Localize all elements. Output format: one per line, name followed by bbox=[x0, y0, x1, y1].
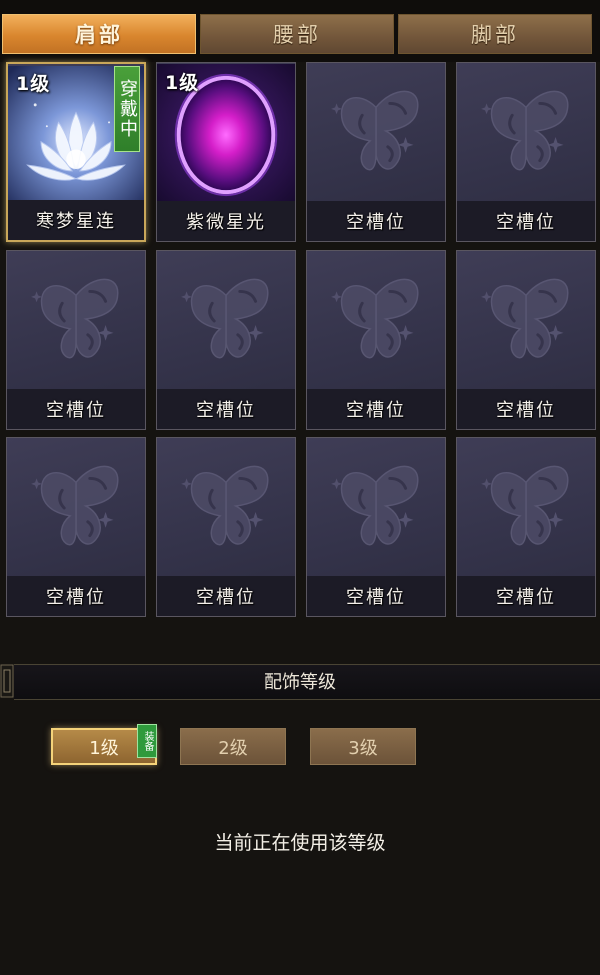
slot-4[interactable]: 空槽位 bbox=[456, 62, 596, 242]
level-3-button[interactable]: 3级 bbox=[310, 728, 416, 765]
butterfly-icon bbox=[457, 251, 595, 391]
slot-name: 空槽位 bbox=[157, 576, 295, 616]
butterfly-icon bbox=[457, 438, 595, 578]
slot-name: 紫微星光 bbox=[157, 201, 295, 241]
slot-3[interactable]: 空槽位 bbox=[306, 62, 446, 242]
level-label: 1级 bbox=[165, 72, 200, 94]
slot-7[interactable]: 空槽位 bbox=[306, 250, 446, 430]
slot-1[interactable]: 1级 穿戴中 寒梦星连 bbox=[6, 62, 146, 242]
slot-8[interactable]: 空槽位 bbox=[456, 250, 596, 430]
slot-name: 空槽位 bbox=[457, 201, 595, 241]
butterfly-icon bbox=[307, 251, 445, 391]
tab-shoulder[interactable]: 肩部 bbox=[2, 14, 196, 54]
slot-5[interactable]: 空槽位 bbox=[6, 250, 146, 430]
tab-bar: 肩部 腰部 脚部 bbox=[0, 0, 600, 62]
butterfly-icon bbox=[307, 438, 445, 578]
accessory-grid: 1级 穿戴中 寒梦星连 1级 紫微星光 空槽位 空槽位 空槽位 空槽位 空槽位 … bbox=[0, 58, 600, 618]
slot-name: 空槽位 bbox=[457, 389, 595, 429]
slot-name: 空槽位 bbox=[307, 201, 445, 241]
tab-waist[interactable]: 腰部 bbox=[200, 14, 394, 54]
status-text: 当前正在使用该等级 bbox=[214, 832, 386, 854]
butterfly-icon bbox=[307, 63, 445, 203]
slot-11[interactable]: 空槽位 bbox=[306, 437, 446, 617]
equip-tag: 装备 bbox=[137, 724, 157, 758]
level-label: 1级 bbox=[16, 73, 51, 95]
slot-10[interactable]: 空槽位 bbox=[156, 437, 296, 617]
slot-6[interactable]: 空槽位 bbox=[156, 250, 296, 430]
butterfly-icon bbox=[457, 63, 595, 203]
slot-name: 寒梦星连 bbox=[8, 200, 144, 240]
slot-name: 空槽位 bbox=[7, 576, 145, 616]
butterfly-icon bbox=[157, 251, 295, 391]
butterfly-icon bbox=[7, 251, 145, 391]
slot-name: 空槽位 bbox=[7, 389, 145, 429]
level-section-header: 配饰等级 bbox=[0, 662, 600, 700]
slot-12[interactable]: 空槽位 bbox=[456, 437, 596, 617]
equipped-badge: 穿戴中 bbox=[114, 66, 140, 152]
level-2-button[interactable]: 2级 bbox=[180, 728, 286, 765]
slot-name: 空槽位 bbox=[307, 389, 445, 429]
section-title: 配饰等级 bbox=[264, 672, 336, 693]
tab-feet[interactable]: 脚部 bbox=[398, 14, 592, 54]
slot-name: 空槽位 bbox=[157, 389, 295, 429]
butterfly-icon bbox=[157, 438, 295, 578]
butterfly-icon bbox=[7, 438, 145, 578]
slot-name: 空槽位 bbox=[457, 576, 595, 616]
slot-2[interactable]: 1级 紫微星光 bbox=[156, 62, 296, 242]
slot-9[interactable]: 空槽位 bbox=[6, 437, 146, 617]
slot-name: 空槽位 bbox=[307, 576, 445, 616]
